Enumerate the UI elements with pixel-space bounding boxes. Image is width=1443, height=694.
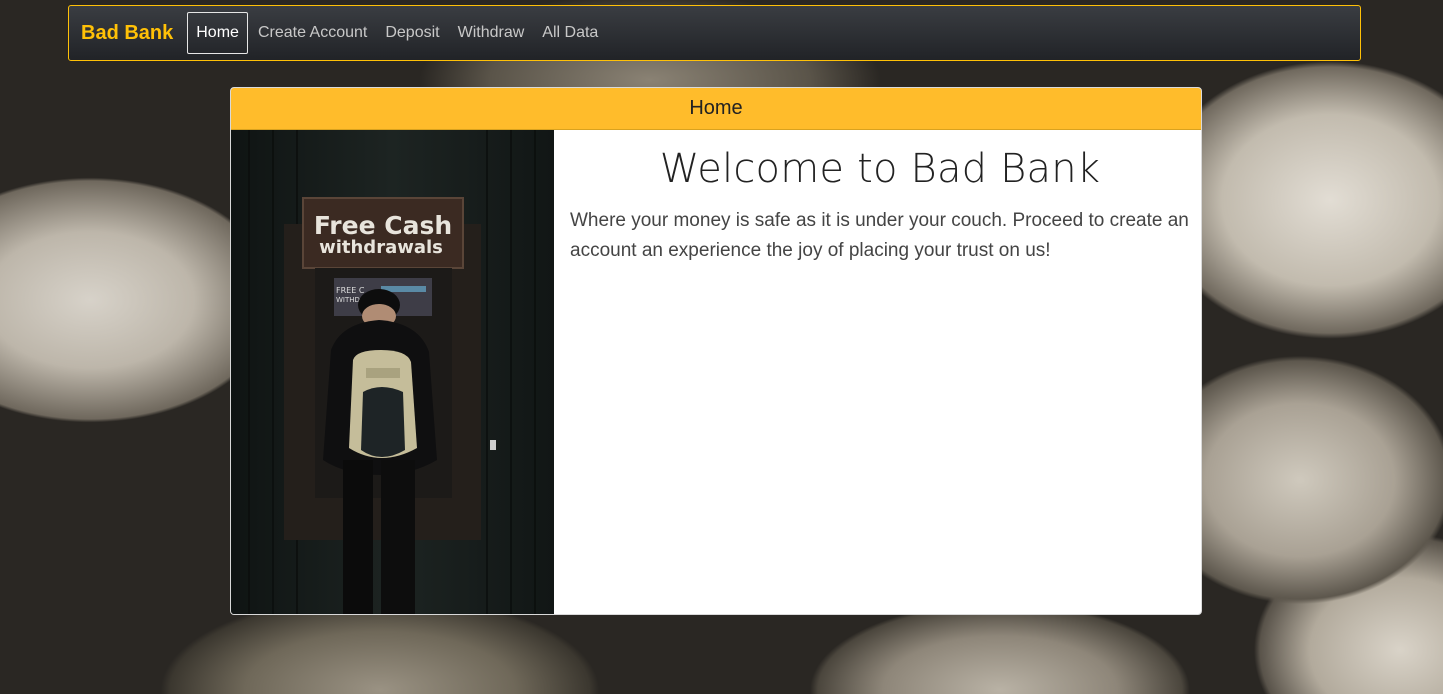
sign-text-line2: withdrawals <box>319 237 443 258</box>
navbar: Bad Bank Home Create Account Deposit Wit… <box>68 5 1361 61</box>
home-card: Home Free Cash withdrawals FREE C WITHD … <box>230 87 1202 615</box>
nav-item-create-account[interactable]: Create Account <box>249 16 376 50</box>
welcome-text: Where your money is safe as it is under … <box>570 210 1189 261</box>
card-body: Free Cash withdrawals FREE C WITHD Welco… <box>231 130 1201 614</box>
welcome-section: Welcome to Bad Bank Where your money is … <box>570 146 1190 266</box>
nav-item-withdraw[interactable]: Withdraw <box>449 16 534 50</box>
nav-item-deposit[interactable]: Deposit <box>376 16 448 50</box>
atm-screen-text2: WITHD <box>336 296 360 304</box>
brand-link[interactable]: Bad Bank <box>81 22 173 45</box>
sign-text-line1: Free Cash <box>314 211 452 240</box>
card-header: Home <box>231 88 1201 130</box>
nav-item-home[interactable]: Home <box>187 12 248 54</box>
atm-screen-text: FREE C <box>336 286 365 295</box>
nav-item-all-data[interactable]: All Data <box>533 16 607 50</box>
welcome-title: Welcome to Bad Bank <box>659 146 1101 192</box>
atm-photo: Free Cash withdrawals FREE C WITHD <box>231 130 554 614</box>
